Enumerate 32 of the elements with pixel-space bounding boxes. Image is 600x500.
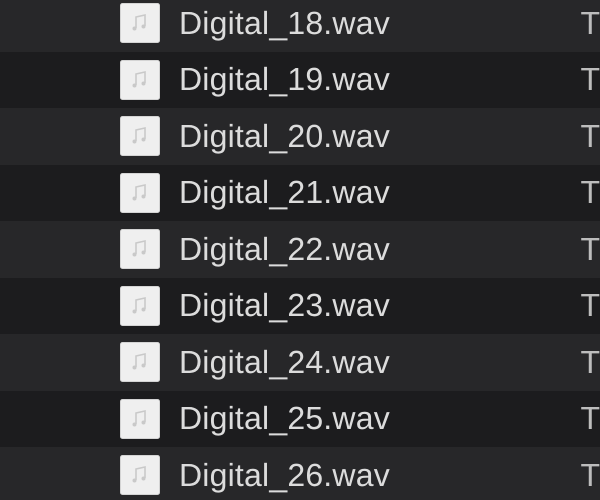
file-name: Digital_24.wav: [179, 344, 390, 380]
column-text: T: [580, 6, 600, 41]
audio-file-icon: [120, 3, 160, 44]
column-text: T: [580, 232, 600, 267]
audio-file-icon: [120, 286, 160, 326]
file-name: Digital_26.wav: [179, 458, 390, 493]
file-row[interactable]: Digital_26.wav T: [0, 447, 600, 500]
file-name: Digital_18.wav: [179, 6, 390, 41]
file-name: Digital_19.wav: [179, 62, 390, 98]
file-name: Digital_23.wav: [179, 288, 390, 324]
audio-file-icon: [120, 172, 160, 213]
column-text: T: [580, 288, 600, 324]
column-text: T: [580, 175, 600, 210]
file-row[interactable]: Digital_18.wav T: [0, 0, 600, 52]
audio-file-icon: [120, 342, 160, 382]
audio-file-icon: [120, 398, 160, 439]
file-name: Digital_21.wav: [179, 175, 390, 210]
audio-file-icon: [120, 229, 160, 270]
file-name: Digital_25.wav: [179, 401, 390, 436]
file-name: Digital_22.wav: [179, 232, 390, 267]
column-text: T: [580, 344, 600, 380]
file-row[interactable]: Digital_24.wav T: [0, 334, 600, 390]
column-text: T: [580, 458, 600, 493]
column-text: T: [580, 118, 600, 154]
file-row[interactable]: Digital_20.wav T: [0, 108, 600, 164]
column-text: T: [580, 62, 600, 98]
audio-file-icon: [120, 60, 160, 100]
file-name: Digital_20.wav: [179, 118, 390, 154]
audio-file-icon: [120, 455, 160, 496]
file-row[interactable]: Digital_22.wav T: [0, 221, 600, 278]
audio-file-icon: [120, 116, 160, 156]
column-text: T: [580, 401, 600, 436]
